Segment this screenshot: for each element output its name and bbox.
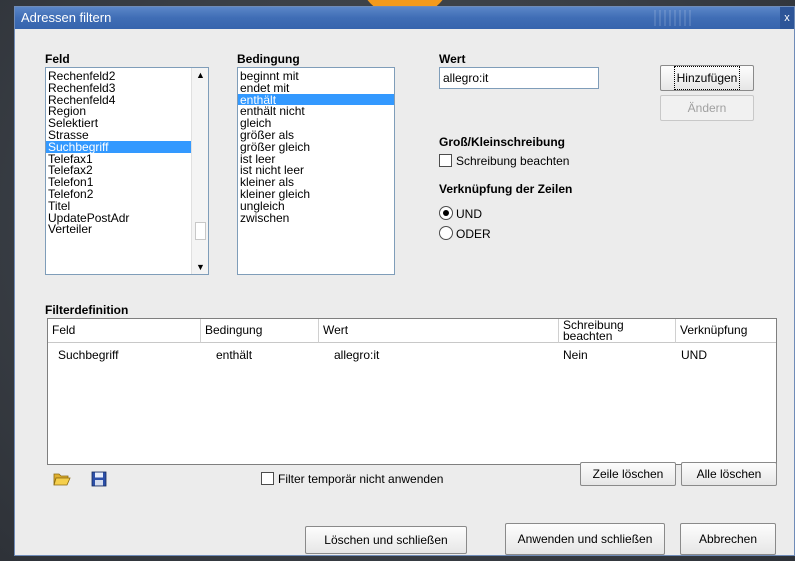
delete-all-button[interactable]: Alle löschen	[681, 462, 777, 486]
radio-oder-label: ODER	[456, 227, 491, 241]
feld-listbox[interactable]: Rechenfeld2 Rechenfeld3 Rechenfeld4 Region S…	[45, 67, 209, 275]
radio-selected-dot	[443, 210, 449, 216]
cell-bedingung: enthält	[216, 348, 253, 362]
bedingung-list-item[interactable]: größer gleich	[238, 141, 394, 153]
table-row[interactable]: Suchbegriff enthält allegro:it Nein UND	[48, 345, 776, 363]
titlebar-texture	[654, 10, 694, 26]
close-button[interactable]: x	[780, 7, 794, 29]
bedingung-list-item[interactable]: größer als	[238, 129, 394, 141]
apply-close-button[interactable]: Anwenden und schließen	[505, 523, 665, 555]
feld-list-item[interactable]: Rechenfeld3	[46, 82, 193, 94]
wert-input[interactable]: allegro:it	[439, 67, 599, 89]
floppy-disk-icon[interactable]	[91, 471, 107, 487]
feld-scrollbar[interactable]: ▲ ▼	[191, 68, 208, 274]
radio-und[interactable]	[439, 206, 453, 220]
scroll-up-icon[interactable]: ▲	[192, 68, 208, 82]
wert-label: Wert	[439, 52, 466, 66]
filter-grid[interactable]: Feld Bedingung Wert Schreibung beachten …	[47, 318, 777, 465]
cell-feld: Suchbegriff	[58, 348, 119, 362]
radio-und-label: UND	[456, 207, 482, 221]
filter-dialog: Adressen filtern x Feld Rechenfeld2 Reche…	[14, 6, 795, 556]
case-checkbox-label: Schreibung beachten	[456, 154, 570, 168]
case-checkbox[interactable]	[439, 154, 452, 167]
bedingung-list-item[interactable]: endet mit	[238, 82, 394, 94]
change-button[interactable]: Ändern	[660, 95, 754, 121]
bedingung-list-item[interactable]: zwischen	[238, 212, 394, 224]
add-button[interactable]: Hinzufügen	[660, 65, 754, 91]
feld-list-item[interactable]: Telefon2	[46, 188, 193, 200]
feld-list-item[interactable]: Titel	[46, 200, 193, 212]
link-heading: Verknüpfung der Zeilen	[439, 182, 573, 196]
bedingung-label: Bedingung	[237, 52, 300, 66]
col-header-schreibung[interactable]: Schreibung beachten	[559, 319, 676, 343]
scroll-thumb[interactable]	[195, 222, 206, 240]
cell-verknuepfung: UND	[681, 348, 707, 362]
feld-label: Feld	[45, 52, 70, 66]
temp-filter-checkbox[interactable]	[261, 472, 274, 485]
col-header-verknuepfung[interactable]: Verknüpfung	[676, 319, 776, 343]
scroll-down-icon[interactable]: ▼	[192, 260, 208, 274]
feld-list-item[interactable]: Strasse	[46, 129, 193, 141]
col-header-bedingung[interactable]: Bedingung	[201, 319, 319, 343]
bedingung-list-item[interactable]: ungleich	[238, 200, 394, 212]
col-header-wert[interactable]: Wert	[319, 319, 559, 343]
add-button-label: Hinzufügen	[673, 66, 741, 90]
bedingung-list-item[interactable]: kleiner gleich	[238, 188, 394, 200]
cell-wert: allegro:it	[334, 348, 380, 362]
feld-list-item[interactable]: Verteiler	[46, 223, 193, 235]
filter-heading: Filterdefinition	[45, 303, 129, 317]
radio-oder[interactable]	[439, 226, 453, 240]
bedingung-listbox[interactable]: beginnt mit endet mit enthält enthält nicht…	[237, 67, 395, 275]
window-title: Adressen filtern	[21, 10, 112, 25]
temp-filter-label: Filter temporär nicht anwenden	[278, 472, 444, 486]
delete-close-button[interactable]: Löschen und schließen	[305, 526, 467, 554]
delete-row-button[interactable]: Zeile löschen	[580, 462, 676, 486]
cancel-button[interactable]: Abbrechen	[680, 523, 776, 555]
case-heading: Groß/Kleinschreibung	[439, 135, 566, 149]
col-header-feld[interactable]: Feld	[48, 319, 201, 343]
feld-list-item[interactable]: Suchbegriff	[46, 140, 193, 153]
title-bar[interactable]: Adressen filtern x	[15, 7, 794, 29]
folder-open-icon[interactable]	[53, 471, 71, 487]
cell-schreibung: Nein	[563, 348, 588, 362]
